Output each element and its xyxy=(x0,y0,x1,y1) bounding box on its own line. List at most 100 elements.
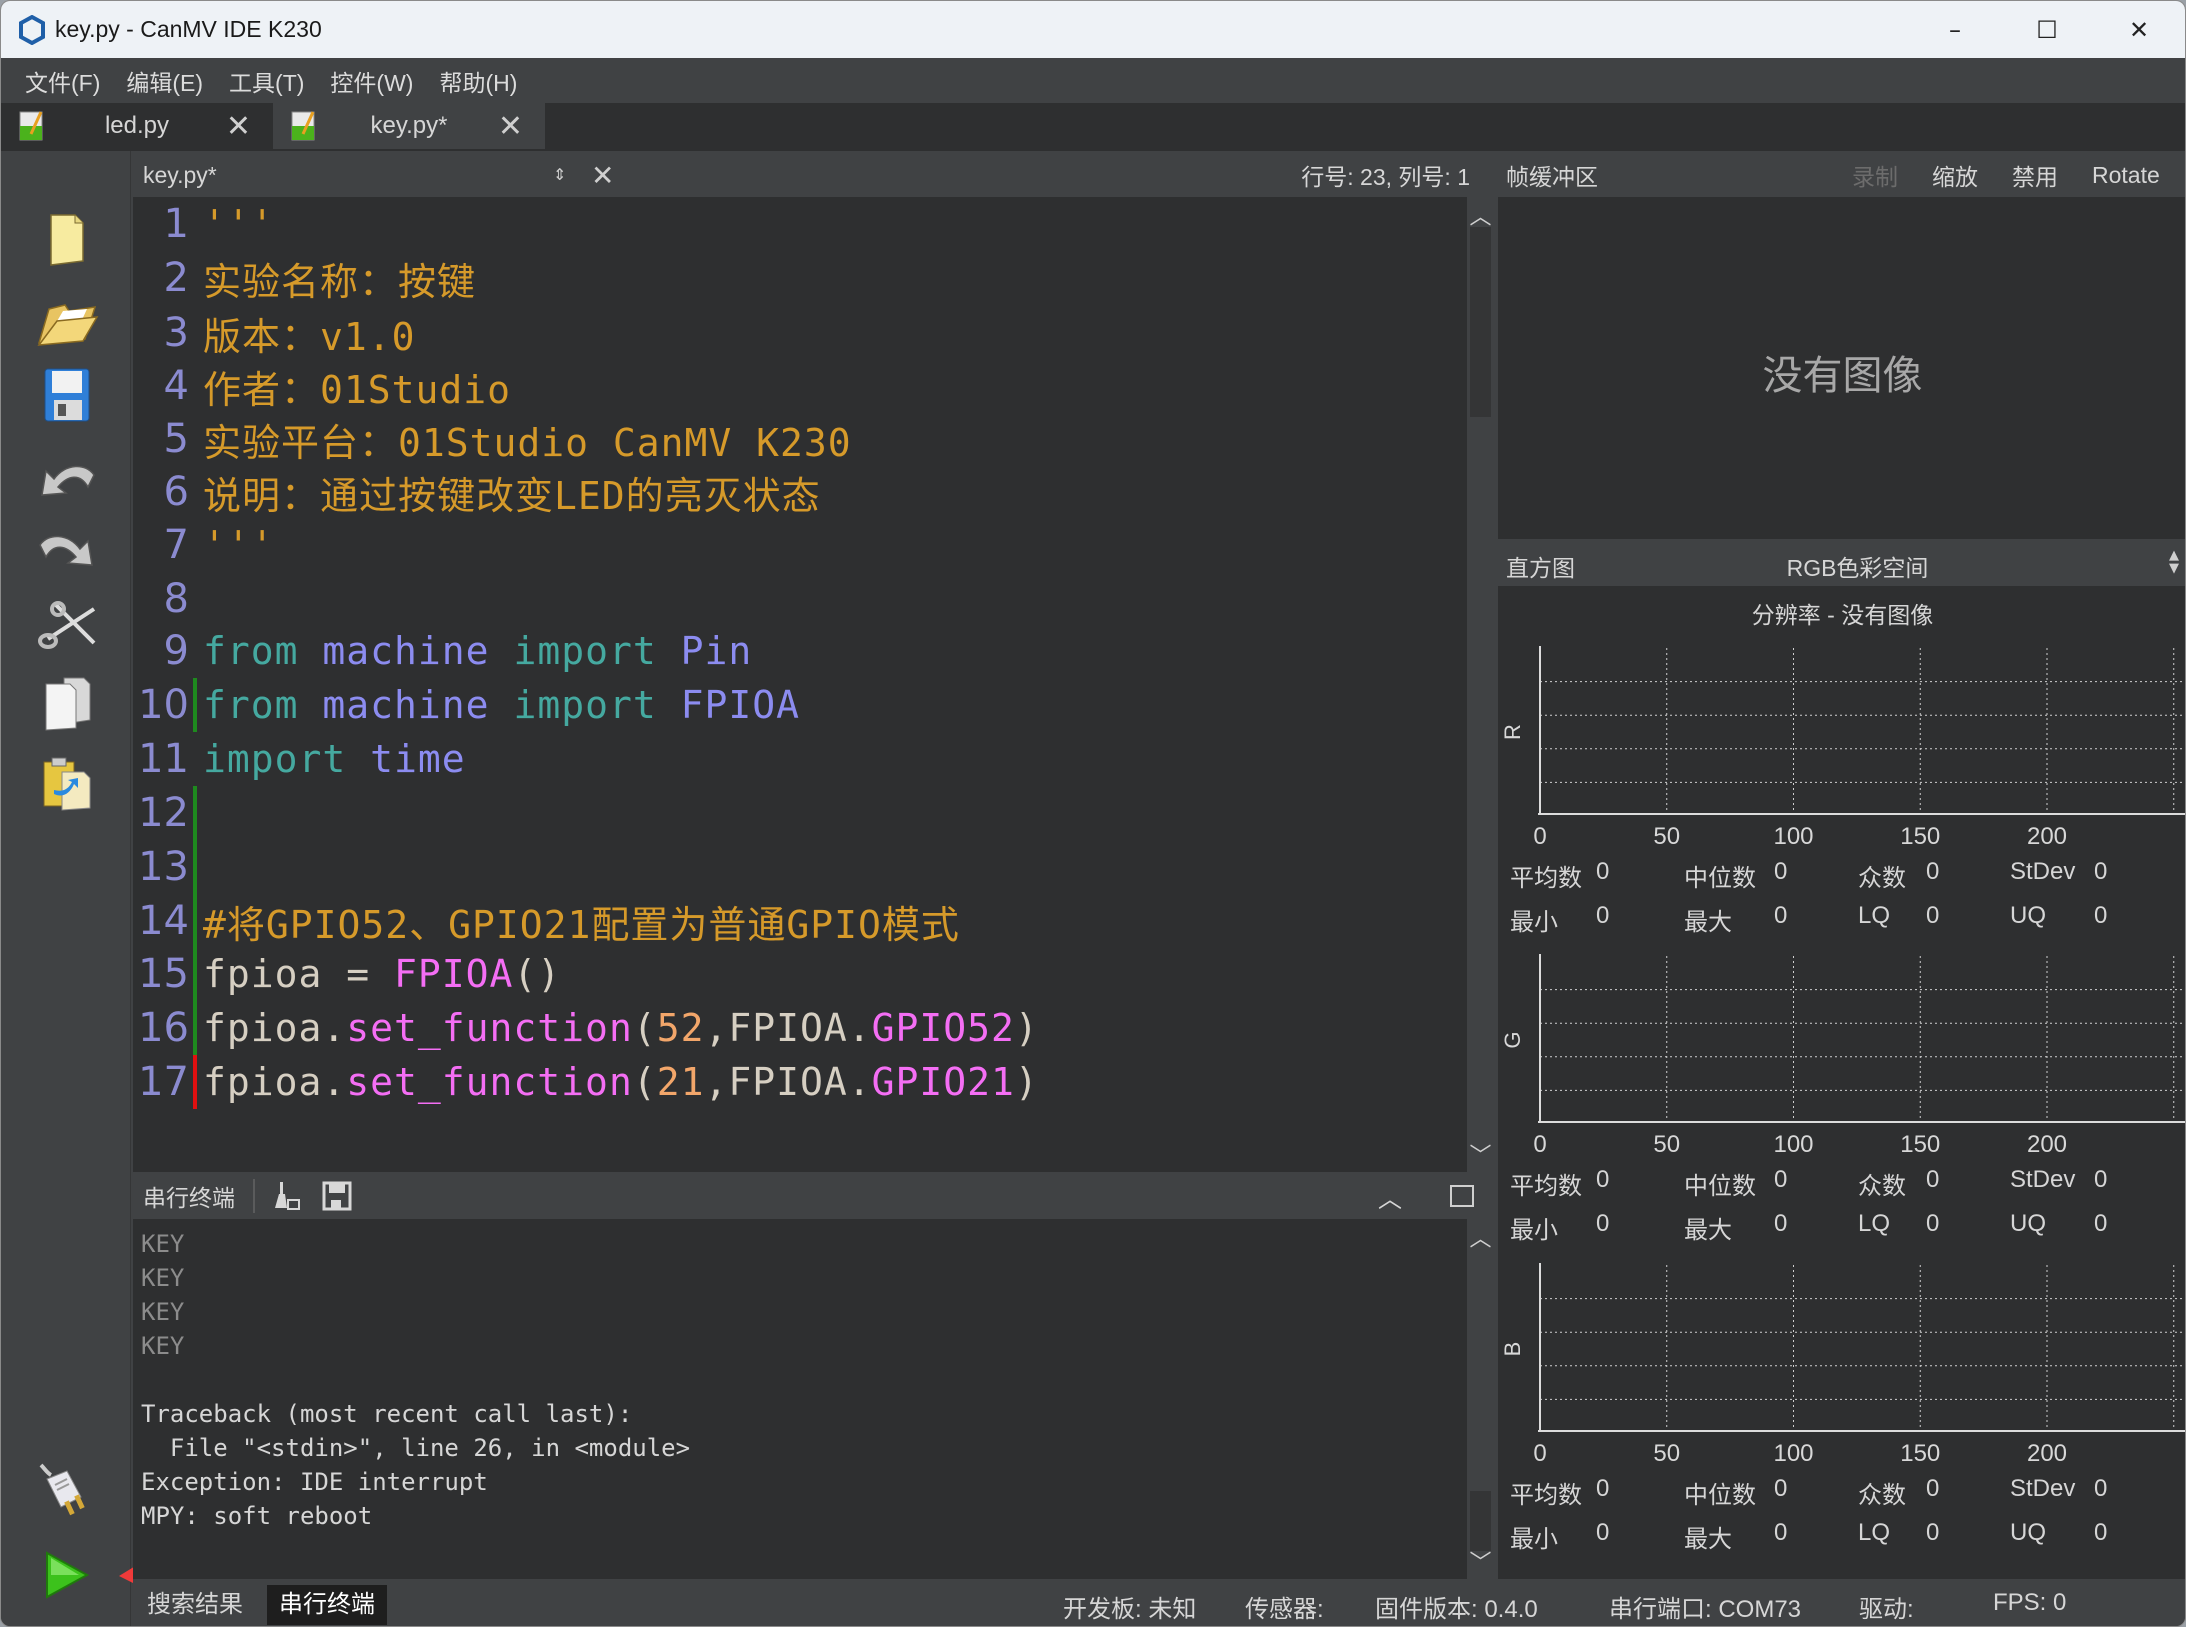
title-bar: key.py - CanMV IDE K230 – ☐ ✕ xyxy=(1,1,2185,58)
cursor-position: 行号: 23, 列号: 1 xyxy=(1301,164,1470,190)
float-terminal-icon[interactable] xyxy=(1450,1185,1474,1207)
code-token: import xyxy=(513,683,657,727)
x-tick-label: 100 xyxy=(1773,823,1813,850)
tab-led-py[interactable]: led.py ✕ xyxy=(1,103,273,149)
minimize-button[interactable]: – xyxy=(1909,1,2001,58)
menu-widgets[interactable]: 控件(W) xyxy=(330,64,413,98)
document-switch-icon[interactable]: ⇕ xyxy=(553,167,566,183)
scrollbar-thumb[interactable] xyxy=(1470,1491,1491,1551)
code-token: machine xyxy=(322,683,490,727)
tab-serial-terminal[interactable]: 串行终端 xyxy=(267,1585,387,1625)
code-line[interactable]: 16 fpioa.set_function(52,FPIOA.GPIO52) xyxy=(133,1001,1467,1055)
tab-search-results[interactable]: 搜索结果 xyxy=(135,1585,255,1625)
clear-broom-icon[interactable] xyxy=(271,1180,303,1212)
document-name[interactable]: key.py* xyxy=(143,162,543,189)
code-line[interactable]: 17 fpioa.set_function(21,FPIOA.GPIO21) xyxy=(133,1055,1467,1109)
code-line[interactable]: 9 from machine import Pin xyxy=(133,624,1467,678)
stat-label-max: 最大 xyxy=(1684,1217,1732,1244)
undo-icon[interactable] xyxy=(35,451,99,515)
scroll-down-icon[interactable]: ﹀ xyxy=(1467,1138,1494,1170)
code-text: fpioa.set_function(52,FPIOA.GPIO52) xyxy=(203,1006,1039,1050)
maximize-button[interactable]: ☐ xyxy=(2001,1,2093,58)
menu-file[interactable]: 文件(F) xyxy=(25,64,100,98)
save-icon[interactable] xyxy=(35,363,99,427)
scroll-down-icon[interactable]: ﹀ xyxy=(1467,1545,1494,1577)
new-file-icon[interactable] xyxy=(35,207,99,271)
colorspace-select[interactable]: RGB色彩空间 xyxy=(1498,549,2185,583)
scroll-up-icon[interactable]: ︿ xyxy=(1467,1221,1494,1253)
line-number: 4 xyxy=(163,363,189,409)
stat-label-median: 中位数 xyxy=(1684,1482,1756,1509)
stat-value-median: 0 xyxy=(1774,858,1788,885)
terminal-line: File "<stdin>", line 26, in <module> xyxy=(141,1434,691,1462)
menu-tools[interactable]: 工具(T) xyxy=(229,64,304,98)
cut-icon[interactable] xyxy=(35,593,99,657)
change-marker-green xyxy=(193,678,197,732)
code-line[interactable]: 12 xyxy=(133,786,1467,840)
menu-edit[interactable]: 编辑(E) xyxy=(126,64,203,98)
code-line[interactable]: 4 作者：01Studio xyxy=(133,359,1467,413)
code-token: GPIO21 xyxy=(871,1060,1015,1104)
terminal-line: Exception: IDE interrupt xyxy=(141,1468,488,1496)
line-number: 5 xyxy=(163,416,189,462)
code-line[interactable]: 8 xyxy=(133,572,1467,626)
menu-help[interactable]: 帮助(H) xyxy=(439,64,517,98)
close-window-button[interactable]: ✕ xyxy=(2093,1,2185,58)
open-folder-icon[interactable] xyxy=(35,291,99,355)
x-tick-label: 200 xyxy=(2027,823,2067,850)
code-text: 说明：通过按键改变LED的亮灭状态 xyxy=(203,465,821,520)
code-line[interactable]: 6 说明：通过按键改变LED的亮灭状态 xyxy=(133,465,1467,519)
rotate-button[interactable]: Rotate xyxy=(2092,162,2160,189)
code-editor[interactable]: 1 ''' 2 实验名称：按键 3 版本：v1.0 4 作者：01Studio 5 实验平台：01… xyxy=(133,197,1467,1172)
disable-button[interactable]: 禁用 xyxy=(2012,158,2058,192)
stat-value-mode: 0 xyxy=(1926,1475,1940,1502)
framebuffer-title: 帧缓冲区 xyxy=(1506,164,1598,190)
serial-terminal-output[interactable]: KEY KEY KEY KEY Traceback (most recent call … xyxy=(133,1219,1467,1579)
stat-value-mean: 0 xyxy=(1596,1166,1610,1193)
redo-icon[interactable] xyxy=(35,521,99,585)
code-line[interactable]: 15 fpioa = FPIOA() xyxy=(133,947,1467,1001)
scrollbar-thumb[interactable] xyxy=(1470,227,1491,417)
zoom-button[interactable]: 缩放 xyxy=(1932,158,1978,192)
code-token: fpioa. xyxy=(203,1006,347,1050)
code-line[interactable]: 3 版本：v1.0 xyxy=(133,306,1467,360)
collapse-terminal-icon[interactable]: ︿ xyxy=(1378,1179,1402,1214)
code-token: import xyxy=(513,629,657,673)
run-icon[interactable] xyxy=(35,1543,99,1607)
tab-close-button[interactable]: ✕ xyxy=(226,109,251,144)
code-line[interactable]: 2 实验名称：按键 xyxy=(133,251,1467,305)
code-token: Pin xyxy=(680,629,753,673)
code-line[interactable]: 14 #将GPIO52、GPIO21配置为普通GPIO模式 xyxy=(133,894,1467,948)
copy-icon[interactable] xyxy=(35,671,99,735)
code-line[interactable]: 7 ''' xyxy=(133,518,1467,572)
select-spinner-icon[interactable]: ▲ ▼ xyxy=(2169,549,2179,575)
line-number: 11 xyxy=(138,736,189,782)
stat-value-max: 0 xyxy=(1774,902,1788,929)
line-number: 16 xyxy=(138,1005,189,1051)
code-line[interactable]: 1 ''' xyxy=(133,197,1467,251)
histogram-chart-b: B 0 50 100 150 200 xyxy=(1498,1263,2185,1483)
code-token: () xyxy=(513,952,562,996)
connect-plug-icon[interactable] xyxy=(35,1461,99,1525)
x-tick-label: 150 xyxy=(1900,1131,1940,1158)
stat-label-max: 最大 xyxy=(1684,909,1732,936)
driver-status: 驱动: xyxy=(1859,1596,1914,1623)
record-button[interactable]: 录制 xyxy=(1852,158,1898,192)
code-line[interactable]: 11 import time xyxy=(133,732,1467,786)
paste-icon[interactable] xyxy=(35,751,99,815)
editor-scrollbar[interactable]: ︿ ﹀ xyxy=(1467,197,1494,1172)
code-token: time xyxy=(370,737,466,781)
tab-close-button[interactable]: ✕ xyxy=(498,109,523,144)
code-token: from xyxy=(203,629,299,673)
save-log-icon[interactable] xyxy=(321,1180,353,1212)
code-line[interactable]: 10 from machine import FPIOA xyxy=(133,678,1467,732)
terminal-scrollbar[interactable]: ︿ ﹀ xyxy=(1467,1219,1494,1579)
code-token: 实验平台：01Studio CanMV K230 xyxy=(203,420,852,465)
code-line[interactable]: 13 xyxy=(133,840,1467,894)
close-document-button[interactable]: ✕ xyxy=(591,159,614,192)
stat-value-uq: 0 xyxy=(2094,902,2108,929)
tab-key-py[interactable]: key.py* ✕ xyxy=(273,103,545,149)
histogram-chart-g: G 0 50 100 150 200 xyxy=(1498,954,2185,1174)
code-line[interactable]: 5 实验平台：01Studio CanMV K230 xyxy=(133,412,1467,466)
line-number: 8 xyxy=(163,576,189,622)
